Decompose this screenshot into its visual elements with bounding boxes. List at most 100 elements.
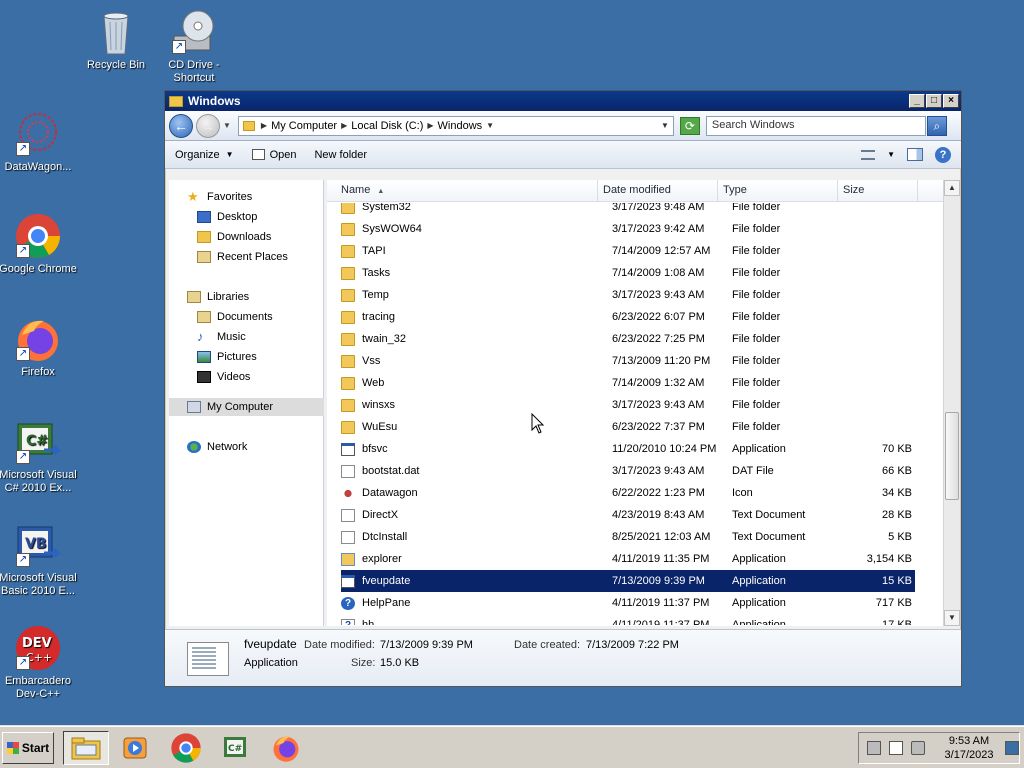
file-row[interactable]: Web 7/14/2009 1:32 AM File folder <box>341 372 915 394</box>
desktop-icon-devcpp[interactable]: DEV C++ ↗ Embarcadero Dev-C++ <box>0 624 78 701</box>
column-header-type[interactable]: Type <box>718 180 838 201</box>
column-header-date-modified[interactable]: Date modified <box>598 180 718 201</box>
file-row[interactable]: System32 3/17/2023 9:48 AM File folder <box>341 203 915 218</box>
folder-icon <box>341 244 355 258</box>
nav-item-pictures[interactable]: Pictures <box>197 348 257 366</box>
file-row[interactable]: Tasks 7/14/2009 1:08 AM File folder <box>341 262 915 284</box>
column-header-size[interactable]: Size <box>838 180 918 201</box>
breadcrumb-separator-icon[interactable]: ▶ <box>427 121 433 130</box>
file-row[interactable]: SysWOW64 3/17/2023 9:42 AM File folder <box>341 218 915 240</box>
taskbar-chrome[interactable] <box>163 731 209 765</box>
file-row[interactable]: DtcInstall 8/25/2021 12:03 AM Text Documen… <box>341 526 915 548</box>
vertical-scrollbar[interactable]: ▲ ▼ <box>943 180 960 626</box>
taskbar-visual-csharp[interactable]: C# <box>213 731 259 765</box>
breadcrumb-separator-icon[interactable]: ▶ <box>341 121 347 130</box>
file-row[interactable]: ? hh 4/11/2019 11:37 PM Application 17 KB <box>341 614 915 625</box>
file-row[interactable]: twain_32 6/23/2022 7:25 PM File folder <box>341 328 915 350</box>
file-row[interactable]: tracing 6/23/2022 6:07 PM File folder <box>341 306 915 328</box>
nav-item-recent-places[interactable]: Recent Places <box>197 248 288 266</box>
file-row[interactable]: Temp 3/17/2023 9:43 AM File folder <box>341 284 915 306</box>
start-button[interactable]: Start <box>2 732 54 764</box>
show-desktop-icon[interactable] <box>1005 741 1019 755</box>
file-row[interactable]: bfsvc 11/20/2010 10:24 PM Application 70 KB <box>341 438 915 460</box>
desktop-icon-chrome[interactable]: ↗ Google Chrome <box>0 212 78 276</box>
action-center-flag-icon[interactable] <box>889 741 903 755</box>
scroll-down-button[interactable]: ▼ <box>944 610 960 626</box>
file-row[interactable]: DirectX 4/23/2019 8:43 AM Text Document 28 … <box>341 504 915 526</box>
nav-item-music[interactable]: ♪ Music <box>197 328 246 346</box>
new-folder-label: New folder <box>314 148 368 161</box>
svg-text:C#: C# <box>228 744 242 754</box>
file-name: fveupdate <box>362 575 411 587</box>
minimize-button[interactable]: _ <box>909 94 925 108</box>
desktop-icon-visual-basic[interactable]: VB ↗ Microsoft Visual Basic 2010 E... <box>0 521 78 598</box>
help-icon[interactable]: ? <box>935 146 951 163</box>
new-folder-button[interactable]: New folder <box>314 149 367 161</box>
refresh-button[interactable]: ⟳ <box>679 116 700 135</box>
svg-text:DEV: DEV <box>22 636 52 651</box>
details-date-created-label: Date created: <box>514 639 581 651</box>
change-view-icon[interactable] <box>861 149 876 160</box>
file-row[interactable]: TAPI 7/14/2009 12:57 AM File folder <box>341 240 915 262</box>
breadcrumb-my-computer[interactable]: My Computer <box>271 120 337 132</box>
organize-button[interactable]: Organize ▼ <box>175 149 234 161</box>
address-bar[interactable]: ▶ My Computer ▶ Local Disk (C:) ▶ Window… <box>237 115 674 136</box>
close-button[interactable]: × <box>943 94 959 108</box>
network-status-icon[interactable] <box>867 741 881 755</box>
file-row[interactable]: bootstat.dat 3/17/2023 9:43 AM DAT File 66 … <box>341 460 915 482</box>
nav-item-desktop[interactable]: Desktop <box>197 208 257 226</box>
file-row[interactable]: winsxs 3/17/2023 9:43 AM File folder <box>341 394 915 416</box>
breadcrumb-windows[interactable]: Windows <box>438 120 483 132</box>
breadcrumb-local-disk[interactable]: Local Disk (C:) <box>351 120 423 132</box>
taskbar-explorer[interactable] <box>63 731 109 765</box>
back-button[interactable]: ← <box>169 113 193 138</box>
forward-button[interactable]: → <box>196 113 220 138</box>
network-icon <box>187 441 201 453</box>
nav-item-downloads[interactable]: Downloads <box>197 228 271 246</box>
nav-item-my-computer[interactable]: My Computer <box>169 398 324 416</box>
recent-pages-chevron-icon[interactable]: ▼ <box>223 121 231 130</box>
desktop-icon-datawagon[interactable]: ↗ DataWagon... <box>0 110 78 174</box>
scroll-thumb[interactable] <box>945 412 959 500</box>
file-row[interactable]: ? HelpPane 4/11/2019 11:37 PM Application 71… <box>341 592 915 614</box>
scroll-up-button[interactable]: ▲ <box>944 180 960 196</box>
desktop-icon-cd-drive[interactable]: ↗ CD Drive - Shortcut <box>154 8 234 85</box>
title-bar[interactable]: Windows _ □ × <box>165 91 961 111</box>
breadcrumb-separator-icon[interactable]: ▶ <box>261 121 267 130</box>
shortcut-arrow-icon: ↗ <box>16 656 30 670</box>
nav-item-documents[interactable]: Documents <box>197 308 273 326</box>
file-row[interactable]: Datawagon 6/22/2022 1:23 PM Icon 34 KB <box>341 482 915 504</box>
nav-item-favorites[interactable]: ★ Favorites <box>187 188 252 206</box>
open-button[interactable]: Open <box>251 149 296 161</box>
views-chevron-down-icon[interactable]: ▼ <box>887 150 895 159</box>
file-date: 3/17/2023 9:43 AM <box>612 289 705 301</box>
maximize-button[interactable]: □ <box>926 94 942 108</box>
column-header-name[interactable]: Name ▲ <box>327 180 598 201</box>
desktop-icon-recycle-bin[interactable]: Recycle Bin <box>76 8 156 72</box>
nav-item-network[interactable]: Network <box>187 438 247 456</box>
search-button[interactable]: ⌕ <box>926 115 947 136</box>
desktop-icon-firefox[interactable]: ↗ Firefox <box>0 315 78 379</box>
file-row[interactable]: explorer 4/11/2019 11:35 PM Application 3,1… <box>341 548 915 570</box>
address-history-chevron-icon[interactable]: ▼ <box>661 121 669 130</box>
taskbar-media-player[interactable] <box>112 731 158 765</box>
clock[interactable]: 9:53 AM 3/17/2023 <box>939 734 999 762</box>
file-row[interactable]: WuEsu 6/23/2022 7:37 PM File folder <box>341 416 915 438</box>
breadcrumb-dropdown-icon[interactable]: ▼ <box>486 121 494 130</box>
search-input[interactable]: Search Windows <box>705 115 926 136</box>
nav-item-libraries[interactable]: Libraries <box>187 288 249 306</box>
file-row[interactable]: fveupdate 7/13/2009 9:39 PM Application 15 … <box>341 570 915 592</box>
volume-icon[interactable] <box>911 741 925 755</box>
file-date: 3/17/2023 9:42 AM <box>612 223 705 235</box>
file-type: File folder <box>732 355 781 367</box>
file-type: File folder <box>732 311 781 323</box>
taskbar-firefox[interactable] <box>263 731 309 765</box>
file-list-pane: Name ▲ Date modified Type Size System32 3… <box>327 180 960 626</box>
preview-pane-icon[interactable] <box>907 148 923 161</box>
file-name: DirectX <box>362 509 399 521</box>
shortcut-arrow-icon: ↗ <box>16 347 30 361</box>
nav-item-videos[interactable]: Videos <box>197 368 250 386</box>
file-row[interactable]: Vss 7/13/2009 11:20 PM File folder <box>341 350 915 372</box>
desktop-icon-visual-csharp[interactable]: C# ↗ Microsoft Visual C# 2010 Ex... <box>0 418 78 495</box>
details-date-modified: 7/13/2009 9:39 PM <box>380 639 473 651</box>
